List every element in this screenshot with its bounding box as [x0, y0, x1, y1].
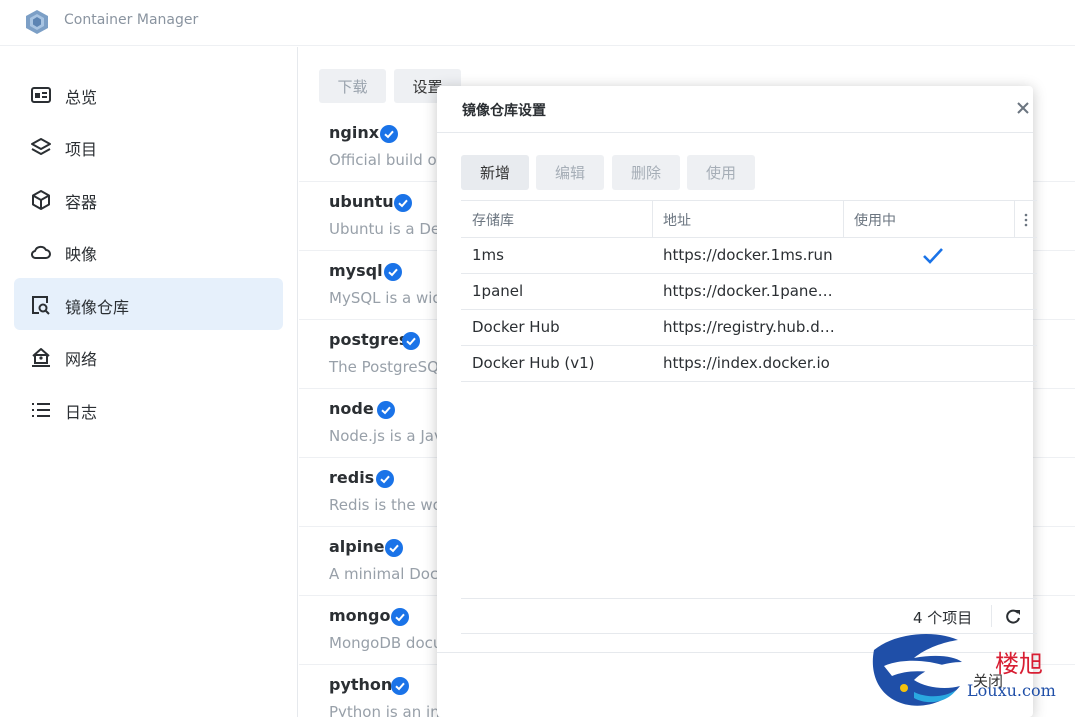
sidebar-item-label: 日志 — [65, 403, 98, 422]
use-button[interactable]: 使用 — [687, 155, 755, 190]
network-home-icon — [32, 348, 50, 367]
cell-registry: Docker Hub — [472, 318, 560, 336]
registry-search-icon — [32, 296, 50, 315]
add-button[interactable]: 新增 — [461, 155, 529, 190]
cell-registry: 1panel — [472, 282, 524, 300]
divider — [437, 132, 1033, 133]
download-button[interactable]: 下载 — [319, 69, 386, 103]
item-count: 4 个项目 — [913, 609, 973, 627]
verified-badge-icon — [391, 677, 409, 695]
sidebar-item-overview[interactable]: 总览 — [14, 68, 283, 120]
cloud-icon — [31, 245, 51, 259]
watermark-en-text: Louxu.com — [967, 681, 1056, 700]
verified-badge-icon — [377, 401, 395, 419]
verified-badge-icon — [380, 125, 398, 143]
cell-registry: Docker Hub (v1) — [472, 354, 595, 372]
cube-icon — [32, 190, 50, 210]
sidebar-item-label: 总览 — [65, 88, 98, 107]
verified-badge-icon — [384, 263, 402, 281]
image-name: node — [329, 399, 374, 418]
table-row[interactable]: Docker Hub https://registry.hub.docker.c… — [461, 310, 1037, 346]
edit-button[interactable]: 编辑 — [536, 155, 604, 190]
sidebar-item-label: 项目 — [65, 140, 98, 159]
sidebar-item-label: 映像 — [65, 245, 98, 264]
dialog-title: 镜像仓库设置 — [462, 103, 546, 119]
more-options-icon[interactable] — [1022, 212, 1030, 228]
sidebar-item-label: 网络 — [65, 350, 98, 369]
refresh-icon[interactable] — [1003, 607, 1023, 627]
layers-icon — [31, 138, 51, 155]
app-title: Container Manager — [64, 12, 199, 28]
column-header-address[interactable]: 地址 — [663, 210, 691, 230]
sidebar-item-projects[interactable]: 项目 — [14, 120, 283, 172]
watermark-cn-text: 楼旭 — [995, 650, 1043, 678]
table-header: 存储库 地址 使用中 — [461, 200, 1037, 238]
list-icon — [32, 403, 50, 417]
sidebar-item-images[interactable]: 映像 — [14, 225, 283, 277]
image-name: alpine — [329, 537, 385, 556]
image-name: mysql — [329, 261, 383, 280]
delete-button[interactable]: 删除 — [612, 155, 680, 190]
image-name: redis — [329, 468, 375, 487]
sidebar-item-registry[interactable]: 镜像仓库 — [14, 278, 283, 330]
image-name: python — [329, 675, 393, 694]
cell-address: https://docker.1panel.live — [663, 282, 835, 300]
cell-address: https://index.docker.io — [663, 354, 830, 372]
title-bar: Container Manager — [0, 0, 1075, 46]
sidebar-item-network[interactable]: 网络 — [14, 330, 283, 382]
image-name: ubuntu — [329, 192, 394, 211]
table-row[interactable]: Docker Hub (v1) https://index.docker.io — [461, 346, 1037, 382]
sidebar-item-containers[interactable]: 容器 — [14, 173, 283, 225]
checkmark-icon — [923, 248, 943, 264]
close-icon[interactable] — [1015, 100, 1031, 116]
column-divider — [1014, 201, 1015, 238]
table-row[interactable]: 1ms https://docker.1ms.run — [461, 238, 1037, 274]
image-name: postgres — [329, 330, 409, 349]
overview-icon — [31, 87, 51, 103]
cell-address: https://docker.1ms.run — [663, 246, 833, 264]
column-header-registry[interactable]: 存储库 — [472, 210, 514, 230]
sidebar-item-label: 镜像仓库 — [65, 298, 130, 317]
sidebar-item-logs[interactable]: 日志 — [14, 383, 283, 435]
sidebar: 总览 项目 容器 映像 镜像仓库 网络 日志 — [0, 47, 298, 717]
verified-badge-icon — [385, 539, 403, 557]
column-divider — [843, 201, 844, 238]
column-header-in-use[interactable]: 使用中 — [854, 210, 896, 230]
verified-badge-icon — [402, 332, 420, 350]
cell-registry: 1ms — [472, 246, 504, 264]
registry-settings-dialog: 镜像仓库设置 新增 编辑 删除 使用 存储库 地址 使用中 1ms https:… — [437, 86, 1037, 717]
louxu-logo-watermark — [872, 634, 962, 706]
cell-address: https://registry.hub.docker.com — [663, 318, 835, 336]
verified-badge-icon — [376, 470, 394, 488]
verified-badge-icon — [394, 194, 412, 212]
sidebar-item-label: 容器 — [65, 193, 98, 212]
table-row[interactable]: 1panel https://docker.1panel.live — [461, 274, 1037, 310]
image-name: nginx — [329, 123, 380, 142]
image-name: mongo — [329, 606, 391, 625]
verified-badge-icon — [391, 608, 409, 626]
divider — [991, 605, 992, 627]
container-manager-logo-icon — [26, 10, 48, 34]
column-divider — [652, 201, 653, 238]
